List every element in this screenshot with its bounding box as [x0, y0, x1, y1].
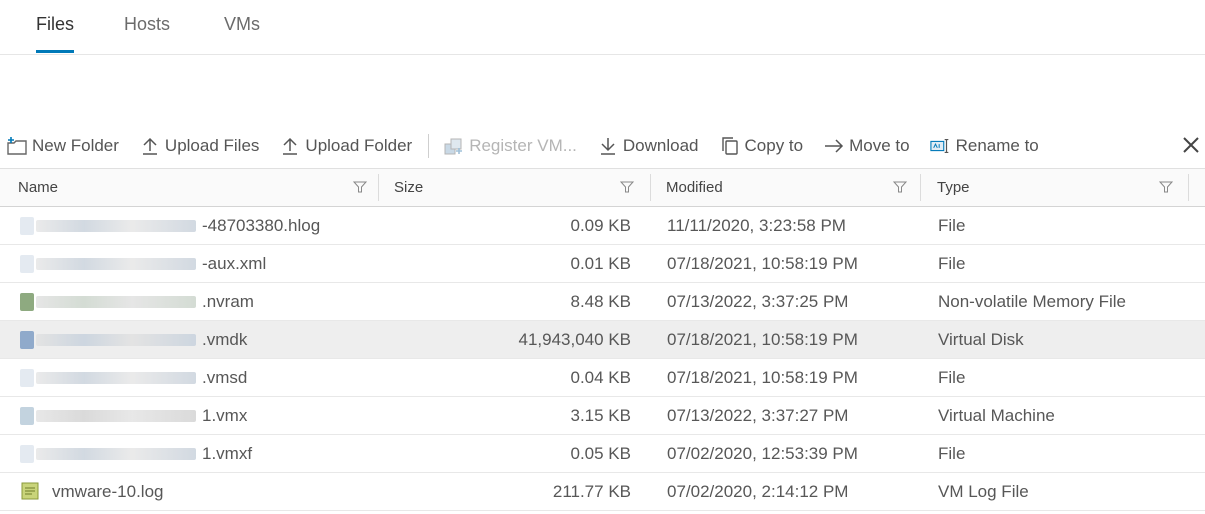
move-to-button[interactable]: Move to [823, 135, 910, 157]
file-name: vmware-10.log [52, 482, 164, 501]
file-grid: Name Size Modified Type -48703380.hlog 0… [0, 168, 1205, 511]
column-label: Type [937, 179, 970, 196]
register-vm-button[interactable]: Register VM... [443, 135, 577, 157]
file-name: -aux.xml [202, 254, 267, 273]
filter-icon[interactable] [353, 180, 367, 194]
rename-to-label: Rename to [955, 136, 1039, 155]
file-size: 41,943,040 KB [518, 330, 631, 349]
file-type: VM Log File [938, 482, 1029, 501]
copy-to-button[interactable]: Copy to [719, 135, 804, 157]
vm-icon [20, 401, 200, 429]
file-type: File [938, 254, 966, 273]
table-row[interactable]: -aux.xml 0.01 KB 07/18/2021, 10:58:19 PM… [0, 245, 1205, 283]
table-row[interactable]: -48703380.hlog 0.09 KB 11/11/2020, 3:23:… [0, 207, 1205, 245]
column-label: Size [394, 179, 424, 196]
upload-icon [279, 135, 301, 157]
file-modified: 07/18/2021, 10:58:19 PM [667, 330, 858, 349]
column-header-type[interactable]: Type [937, 169, 1181, 206]
upload-folder-label: Upload Folder [305, 136, 413, 155]
file-size: 3.15 KB [570, 406, 632, 425]
copy-icon [719, 135, 741, 157]
column-divider[interactable] [378, 174, 379, 201]
column-divider[interactable] [920, 174, 921, 201]
new-folder-label: New Folder [32, 136, 119, 155]
download-icon [597, 135, 619, 157]
column-label: Name [18, 179, 59, 196]
log-file-icon [20, 477, 42, 505]
new-folder-button[interactable]: New Folder [6, 135, 119, 157]
toolbar: New Folder Upload Files Upload Folder Re… [6, 131, 1059, 161]
file-name: .vmsd [202, 368, 248, 387]
register-vm-label: Register VM... [469, 136, 577, 155]
file-size: 0.04 KB [570, 368, 632, 387]
tab-hosts[interactable]: Hosts [124, 14, 170, 35]
table-row[interactable]: .vmsd 0.04 KB 07/18/2021, 10:58:19 PM Fi… [0, 359, 1205, 397]
table-row[interactable]: 1.vmxf 0.05 KB 07/02/2020, 12:53:39 PM F… [0, 435, 1205, 473]
file-name: 1.vmx [202, 406, 248, 425]
column-header-name[interactable]: Name [18, 169, 375, 206]
file-modified: 07/13/2022, 3:37:27 PM [667, 406, 849, 425]
file-modified: 07/13/2022, 3:37:25 PM [667, 292, 849, 311]
file-modified: 11/11/2020, 3:23:58 PM [667, 216, 846, 235]
nvram-icon [20, 287, 200, 315]
column-label: Modified [666, 179, 723, 196]
filter-icon[interactable] [893, 180, 907, 194]
file-type: Virtual Disk [938, 330, 1024, 349]
upload-files-label: Upload Files [164, 136, 260, 155]
file-icon [20, 439, 200, 467]
file-modified: 07/02/2020, 12:53:39 PM [667, 444, 858, 463]
file-type: Virtual Machine [938, 406, 1055, 425]
file-name: 1.vmxf [202, 444, 253, 463]
move-to-label: Move to [849, 136, 910, 155]
delete-icon[interactable] [1178, 131, 1204, 159]
file-icon [20, 249, 200, 277]
upload-icon [139, 135, 161, 157]
file-size: 0.01 KB [570, 254, 632, 273]
column-header-modified[interactable]: Modified [666, 169, 915, 206]
tab-bar: Files Hosts VMs [0, 0, 1205, 55]
file-name: -48703380.hlog [202, 216, 321, 235]
rename-icon [929, 135, 952, 157]
table-row[interactable]: 1.vmx 3.15 KB 07/13/2022, 3:37:27 PM Vir… [0, 397, 1205, 435]
new-folder-icon [6, 135, 28, 157]
disk-icon [20, 325, 200, 353]
file-size: 8.48 KB [570, 292, 632, 311]
file-modified: 07/18/2021, 10:58:19 PM [667, 254, 858, 273]
file-name: .nvram [202, 292, 254, 311]
file-type: File [938, 216, 966, 235]
file-type: File [938, 444, 966, 463]
column-divider[interactable] [650, 174, 651, 201]
filter-icon[interactable] [1159, 180, 1173, 194]
rename-to-button[interactable]: Rename to [929, 135, 1039, 157]
column-header-size[interactable]: Size [394, 169, 642, 206]
tab-vms[interactable]: VMs [224, 14, 260, 35]
file-modified: 07/02/2020, 2:14:12 PM [667, 482, 849, 501]
file-size: 211.77 KB [552, 482, 631, 501]
table-row[interactable]: vmware-10.log 211.77 KB 07/02/2020, 2:14… [0, 473, 1205, 511]
file-modified: 07/18/2021, 10:58:19 PM [667, 368, 858, 387]
toolbar-divider [428, 134, 430, 158]
register-vm-icon [443, 135, 465, 157]
file-icon [20, 363, 200, 391]
column-divider[interactable] [1188, 174, 1189, 201]
grid-header: Name Size Modified Type [0, 168, 1205, 207]
file-type: File [938, 368, 966, 387]
copy-to-label: Copy to [744, 136, 804, 155]
file-size: 0.09 KB [570, 216, 632, 235]
upload-files-button[interactable]: Upload Files [139, 135, 260, 157]
file-size: 0.05 KB [570, 444, 632, 463]
download-label: Download [622, 136, 699, 155]
file-type: Non-volatile Memory File [938, 292, 1126, 311]
arrow-right-icon [823, 135, 845, 157]
grid-body: -48703380.hlog 0.09 KB 11/11/2020, 3:23:… [0, 207, 1205, 511]
download-button[interactable]: Download [597, 135, 699, 157]
table-row[interactable]: .nvram 8.48 KB 07/13/2022, 3:37:25 PM No… [0, 283, 1205, 321]
table-row[interactable]: .vmdk 41,943,040 KB 07/18/2021, 10:58:19… [0, 321, 1205, 359]
filter-icon[interactable] [620, 180, 634, 194]
file-icon [20, 211, 200, 239]
upload-folder-button[interactable]: Upload Folder [279, 135, 412, 157]
tab-files[interactable]: Files [36, 14, 75, 53]
file-name: .vmdk [202, 330, 248, 349]
